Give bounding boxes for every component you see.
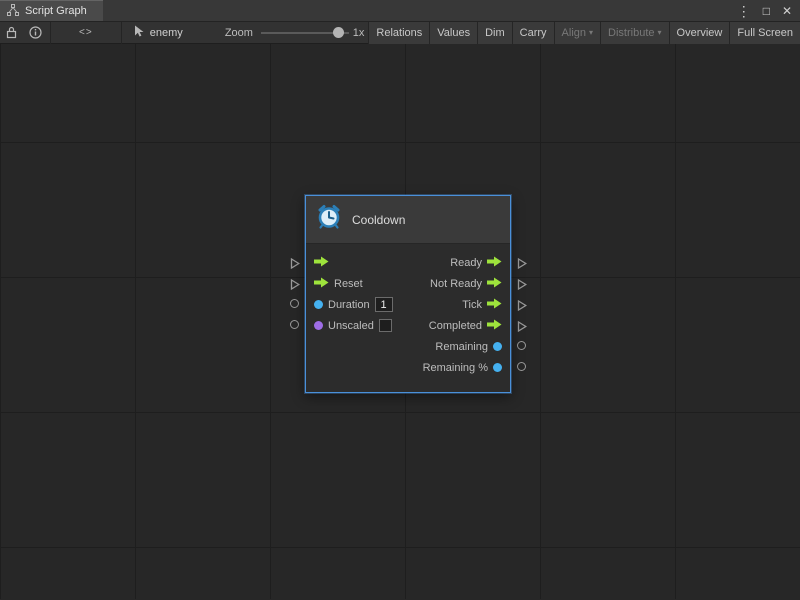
- port-row: Remaining %: [306, 357, 510, 378]
- port-row: Unscaled Completed: [306, 315, 510, 336]
- tab-label: Script Graph: [25, 5, 87, 17]
- value-output-port-icon[interactable]: [493, 342, 502, 351]
- alarm-clock-icon: [316, 204, 342, 235]
- cooldown-node-body: Ready Reset Not Ready: [306, 244, 510, 392]
- port-label: Not Ready: [430, 278, 482, 290]
- ext-port-duration-input[interactable]: [290, 299, 299, 308]
- port-row: Duration Tick: [306, 294, 510, 315]
- duration-field[interactable]: [375, 297, 393, 312]
- toolbar-separator: [121, 22, 122, 44]
- cooldown-node[interactable]: Cooldown Ready: [305, 195, 511, 393]
- align-button: Align ▾: [554, 22, 600, 44]
- toolbar-buttons: Relations Values Dim Carry Align ▾ Distr…: [368, 22, 800, 44]
- overview-button[interactable]: Overview: [669, 22, 730, 44]
- ext-port-reset-input[interactable]: [290, 277, 300, 295]
- carry-button[interactable]: Carry: [512, 22, 554, 44]
- ext-port-completed-output[interactable]: [517, 319, 527, 337]
- port-label: Duration: [328, 299, 370, 311]
- zoom-value: 1x: [353, 27, 365, 39]
- window-titlebar: Script Graph ⋮ □ ✕: [0, 0, 800, 22]
- values-button[interactable]: Values: [429, 22, 477, 44]
- maximize-icon[interactable]: □: [763, 5, 770, 17]
- port-label: Completed: [429, 320, 482, 332]
- ext-port-remaining-output[interactable]: [517, 341, 526, 350]
- port-row: Ready: [306, 252, 510, 273]
- unscaled-checkbox[interactable]: [379, 319, 392, 332]
- port-label: Remaining %: [423, 362, 488, 374]
- value-input-port-icon[interactable]: [314, 321, 323, 330]
- flow-output-port-icon[interactable]: [487, 277, 502, 291]
- chevron-down-icon: ▾: [658, 28, 662, 37]
- cooldown-node-area: Cooldown Ready: [290, 195, 526, 395]
- ext-port-ready-output[interactable]: [517, 256, 527, 274]
- lock-icon[interactable]: [0, 22, 24, 44]
- port-label: Ready: [450, 257, 482, 269]
- full-screen-button[interactable]: Full Screen: [729, 22, 800, 44]
- code-preview-icon[interactable]: <>: [53, 22, 119, 44]
- distribute-button: Distribute ▾: [600, 22, 668, 44]
- port-label: Reset: [334, 278, 363, 290]
- close-icon[interactable]: ✕: [782, 5, 792, 17]
- zoom-label: Zoom: [225, 27, 253, 39]
- flow-output-port-icon[interactable]: [487, 298, 502, 312]
- ext-port-not-ready-output[interactable]: [517, 277, 527, 295]
- flow-input-port-icon[interactable]: [314, 256, 329, 270]
- graph-target[interactable]: enemy: [124, 25, 193, 40]
- port-label: Tick: [462, 299, 482, 311]
- ext-port-unscaled-input[interactable]: [290, 320, 299, 329]
- value-output-port-icon[interactable]: [493, 363, 502, 372]
- zoom-slider[interactable]: [261, 22, 349, 44]
- info-icon[interactable]: [24, 22, 48, 44]
- graph-canvas[interactable]: Cooldown Ready: [0, 44, 800, 599]
- chevron-down-icon: ▾: [589, 28, 593, 37]
- window-menu-icon[interactable]: ⋮: [737, 4, 751, 18]
- dim-button[interactable]: Dim: [477, 22, 512, 44]
- port-label: Remaining: [435, 341, 488, 353]
- relations-button[interactable]: Relations: [368, 22, 429, 44]
- tab-script-graph[interactable]: Script Graph: [0, 0, 103, 21]
- port-label: Unscaled: [328, 320, 374, 332]
- ext-port-remaining-pct-output[interactable]: [517, 362, 526, 371]
- ext-port-flow-input[interactable]: [290, 256, 300, 274]
- window-controls: ⋮ □ ✕: [737, 0, 800, 21]
- target-label: enemy: [150, 27, 183, 39]
- node-title: Cooldown: [352, 213, 405, 227]
- zoom-slider-handle[interactable]: [333, 27, 344, 38]
- graph-toolbar: <> enemy Zoom 1x Relations Values Dim Ca…: [0, 22, 800, 44]
- cooldown-node-header[interactable]: Cooldown: [306, 196, 510, 244]
- flow-output-port-icon[interactable]: [487, 256, 502, 270]
- port-row: Remaining: [306, 336, 510, 357]
- port-row: Reset Not Ready: [306, 273, 510, 294]
- value-input-port-icon[interactable]: [314, 300, 323, 309]
- flow-output-port-icon[interactable]: [487, 319, 502, 333]
- cursor-icon: [134, 25, 145, 40]
- script-graph-icon: [7, 4, 19, 19]
- flow-input-port-icon[interactable]: [314, 277, 329, 291]
- toolbar-separator: [50, 22, 51, 44]
- ext-port-tick-output[interactable]: [517, 298, 527, 316]
